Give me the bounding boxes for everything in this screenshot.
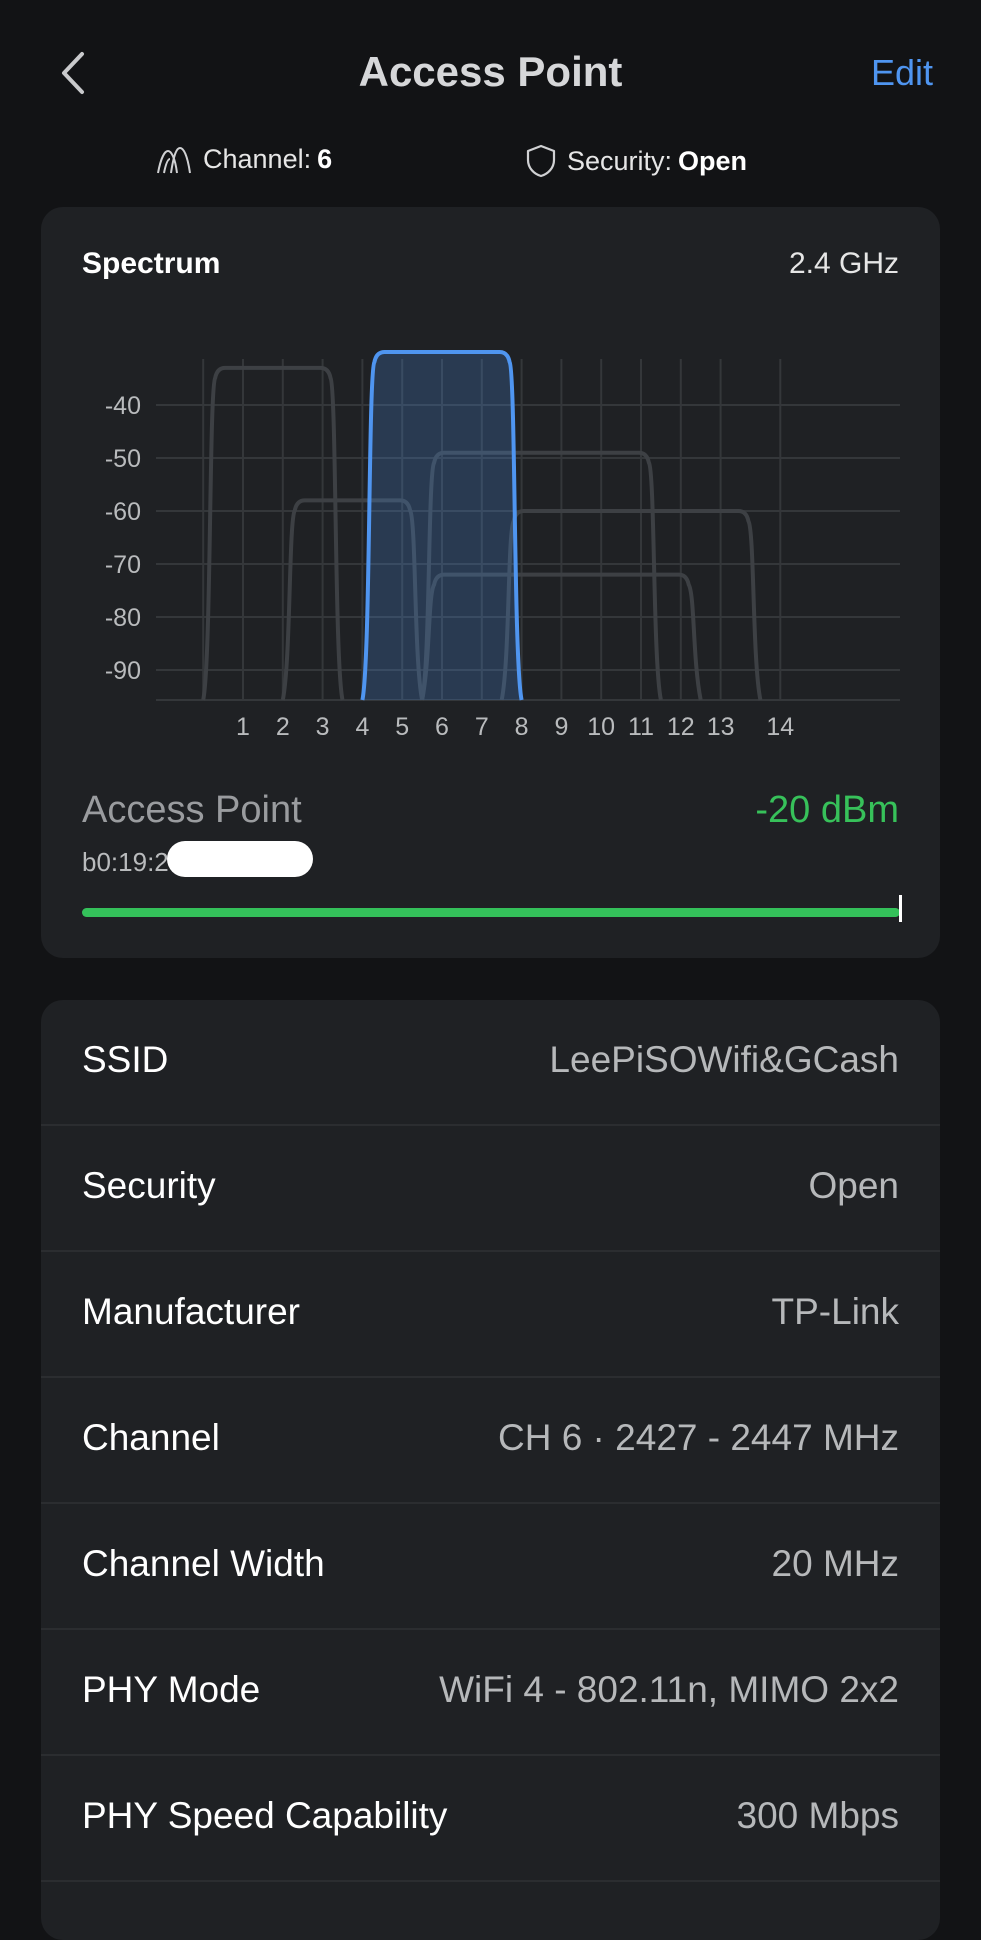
detail-value: Open xyxy=(808,1165,899,1206)
detail-row-channel[interactable]: Channel CH 6 · 2427 - 2447 MHz xyxy=(41,1378,940,1504)
detail-key: Manufacturer xyxy=(82,1291,300,1332)
signal-bar-fill xyxy=(82,908,900,917)
detail-key: SSID xyxy=(82,1039,169,1080)
y-tick-label: -90 xyxy=(105,657,141,685)
channel-value: 6 xyxy=(317,144,333,174)
detail-value: 300 Mbps xyxy=(736,1795,900,1836)
x-tick-label: 11 xyxy=(628,713,654,741)
y-tick-label: -50 xyxy=(105,445,141,473)
x-tick-label: 8 xyxy=(515,713,529,741)
x-tick-label: 5 xyxy=(395,713,409,741)
detail-value: CH 6 · 2427 - 2447 MHz xyxy=(497,1417,899,1458)
detail-row-phy-speed[interactable]: PHY Speed Capability 300 Mbps xyxy=(41,1756,940,1882)
detail-row-manufacturer[interactable]: Manufacturer TP-Link xyxy=(41,1252,940,1378)
x-tick-label: 1 xyxy=(236,713,250,741)
x-tick-label: 9 xyxy=(554,713,568,741)
x-tick-label: 6 xyxy=(435,713,449,741)
channel-label: Channel: xyxy=(203,144,312,174)
detail-value: 20 MHz xyxy=(771,1543,899,1584)
edit-button[interactable]: Edit xyxy=(871,52,933,94)
detail-key: Security xyxy=(82,1165,216,1206)
detail-key: Channel xyxy=(82,1417,220,1458)
details-card: SSID LeePiSOWifi&GCash Security Open Man… xyxy=(41,1000,940,1940)
antenna-icon xyxy=(157,146,191,173)
detail-key: Channel Width xyxy=(82,1543,325,1584)
spectrum-chart: -40-50-60-70-80-901 2 3 4 5 6 7 8 9 10 11 12 13 14 xyxy=(105,350,900,741)
signal-bar xyxy=(82,908,900,917)
ap-name: Access Point xyxy=(82,789,302,831)
y-tick-label: -40 xyxy=(105,392,141,420)
x-tick-label: 10 xyxy=(587,713,615,741)
ap-signal-strength: -20 dBm xyxy=(755,789,899,831)
x-tick-label: 12 xyxy=(667,713,695,741)
security-label: Security: xyxy=(567,145,673,176)
x-tick-label: 3 xyxy=(316,713,330,741)
detail-row-phy-mode[interactable]: PHY Mode WiFi 4 - 802.11n, MIMO 2x2 xyxy=(41,1630,940,1756)
detail-value: LeePiSOWifi&GCash xyxy=(549,1039,899,1080)
security-info: Security: Open xyxy=(525,144,747,178)
shield-icon xyxy=(526,144,556,178)
channel-info: Channel: 6 xyxy=(155,144,332,175)
detail-key: PHY Speed Capability xyxy=(82,1795,448,1836)
detail-row-security[interactable]: Security Open xyxy=(41,1126,940,1252)
x-tick-label: 14 xyxy=(766,713,794,741)
redaction-mark xyxy=(167,841,313,877)
page-title: Access Point xyxy=(358,48,623,95)
selected-network-fill xyxy=(362,352,522,700)
x-tick-label: 2 xyxy=(276,713,290,741)
x-tick-label: 4 xyxy=(355,713,369,741)
ap-mac-address: b0:19:2 xyxy=(82,847,169,877)
detail-row-ssid[interactable]: SSID LeePiSOWifi&GCash xyxy=(41,1000,940,1126)
detail-row-channel-width[interactable]: Channel Width 20 MHz xyxy=(41,1504,940,1630)
detail-value: WiFi 4 - 802.11n, MIMO 2x2 xyxy=(439,1669,899,1710)
spectrum-card: Spectrum 2.4 GHz -40 -50 -60 -70 -80 -90 1 2 3 4 5… xyxy=(41,207,940,958)
detail-value: TP-Link xyxy=(771,1291,899,1332)
x-tick-label: 13 xyxy=(707,713,735,741)
x-tick-label: 7 xyxy=(475,713,489,741)
security-value: Open xyxy=(678,145,748,176)
y-tick-label: -70 xyxy=(105,551,141,579)
header: Access Point Edit xyxy=(0,0,981,140)
signal-bar-cap xyxy=(899,895,902,922)
y-tick-label: -60 xyxy=(105,498,141,526)
y-tick-label: -80 xyxy=(105,604,141,632)
detail-key: PHY Mode xyxy=(82,1669,261,1710)
